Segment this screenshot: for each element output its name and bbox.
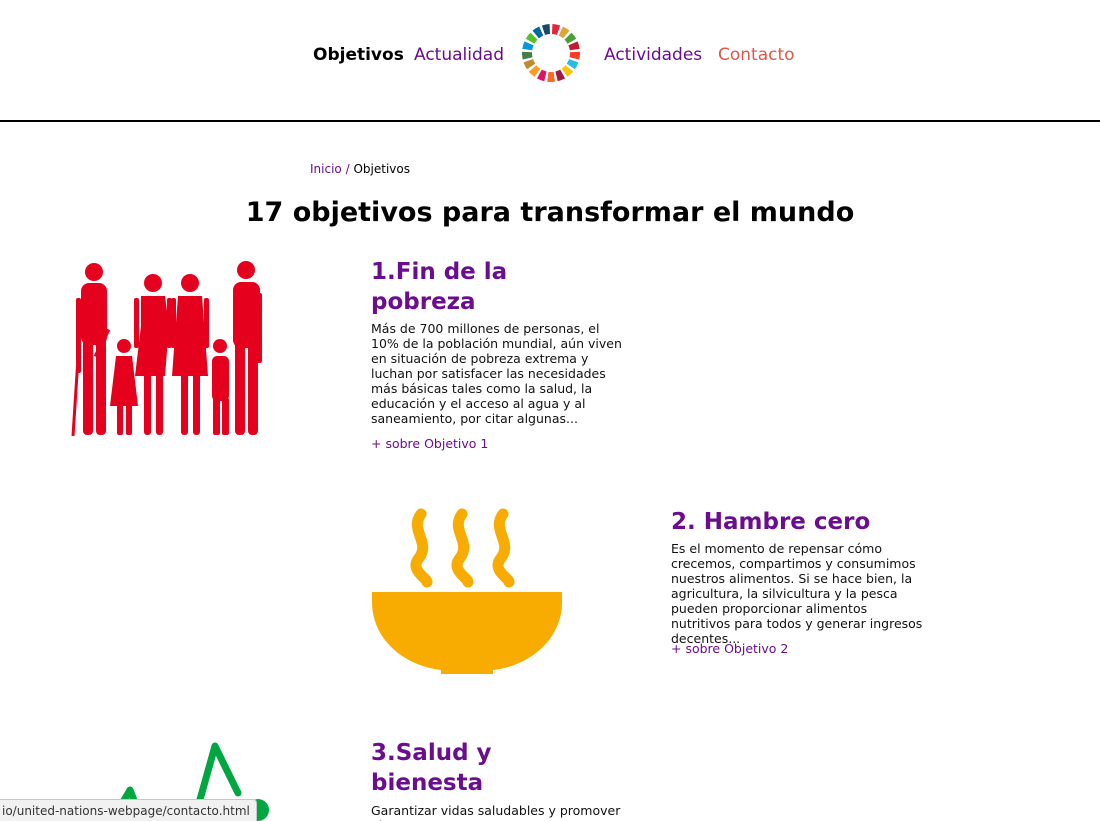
sdg-wheel-segment xyxy=(536,69,547,82)
browser-status-url: io/united-nations-webpage/contacto.html xyxy=(0,799,257,821)
nav-objetivos[interactable]: Objetivos xyxy=(313,44,404,66)
page-title: 17 objetivos para transformar el mundo xyxy=(245,197,855,228)
goal-3-title: 3.Salud y bienesta xyxy=(371,740,492,796)
sdg-wheel-segment xyxy=(568,41,580,51)
sdg-logo-icon[interactable] xyxy=(521,23,581,83)
sdg-wheel-segment xyxy=(541,24,551,35)
goal-3-description: Garantizar vidas saludables y promover e… xyxy=(371,803,621,821)
site-header: Objetivos Actualidad Actividades Contact… xyxy=(0,0,1100,122)
sdg-wheel-segment xyxy=(522,41,534,51)
sdg-wheel-segment xyxy=(551,24,561,35)
steaming-bowl-icon xyxy=(372,508,562,674)
nav-actividades[interactable]: Actividades xyxy=(604,44,702,66)
goal-2-title: 2. Hambre cero xyxy=(671,509,871,535)
breadcrumb-separator: / xyxy=(345,162,350,176)
nav-actualidad[interactable]: Actualidad xyxy=(414,44,504,66)
breadcrumb-current: Objetivos xyxy=(353,162,410,176)
breadcrumb-home-link[interactable]: Inicio xyxy=(310,162,342,176)
sdg-wheel-segment xyxy=(569,51,580,60)
sdg-wheel-segment xyxy=(522,51,533,60)
sdg-color-wheel-icon xyxy=(522,24,580,82)
sdg-wheel-segment xyxy=(555,69,566,82)
goal-1-title: 1.Fin de la pobreza xyxy=(371,259,508,315)
goal-2-more-link[interactable]: + sobre Objetivo 2 xyxy=(671,641,788,657)
goal-1-more-link[interactable]: + sobre Objetivo 1 xyxy=(371,436,488,452)
breadcrumb: Inicio / Objetivos xyxy=(310,161,410,177)
nav-contacto[interactable]: Contacto xyxy=(718,44,795,66)
goal-2-description: Es el momento de repensar cómo crecemos,… xyxy=(671,541,923,646)
family-people-icon xyxy=(71,261,262,437)
sdg-wheel-segment xyxy=(547,71,555,82)
goal-1-description: Más de 700 millones de personas, el 10% … xyxy=(371,321,622,426)
